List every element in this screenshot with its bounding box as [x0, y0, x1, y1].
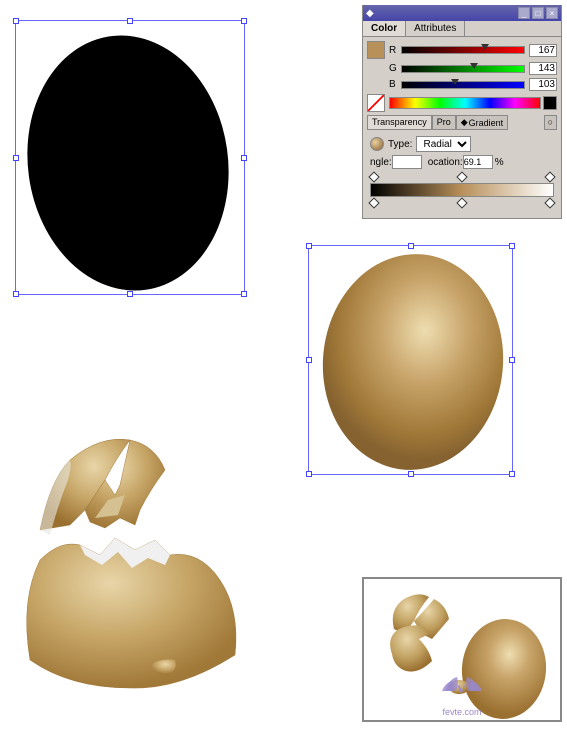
svg-text:V: V — [457, 682, 466, 696]
stop-left-bot[interactable] — [368, 197, 379, 208]
wings-logo: V — [437, 671, 487, 699]
g-label: G — [389, 63, 399, 74]
gradient-icon: ◆ — [461, 117, 468, 128]
g-value[interactable]: 143 — [529, 62, 557, 75]
stop-mid-top[interactable] — [456, 171, 467, 182]
broken-egg-svg — [0, 380, 280, 690]
radial-preview — [370, 137, 384, 151]
black-egg-svg — [10, 15, 250, 300]
no-color-swatch[interactable] — [367, 94, 385, 112]
panel-titlebar: ◆ _ □ × — [363, 5, 561, 21]
stop-left-top[interactable] — [368, 171, 379, 182]
canvas-area: ◆ _ □ × Color Attributes R 167 — [0, 0, 567, 730]
g-thumb[interactable] — [470, 63, 478, 69]
tab-pro[interactable]: Pro — [432, 115, 456, 130]
b-value[interactable]: 103 — [529, 78, 557, 91]
tan-egg-container — [308, 245, 523, 485]
titlebar-buttons: _ □ × — [518, 7, 558, 19]
more-button[interactable]: ○ — [544, 115, 557, 130]
minimize-button[interactable]: _ — [518, 7, 530, 19]
type-select[interactable]: Radial — [416, 136, 471, 152]
black-swatch[interactable] — [543, 96, 557, 110]
gradient-top-stops — [370, 173, 554, 181]
watermark-container: V — [437, 671, 487, 702]
type-row: Type: Radial — [370, 136, 554, 152]
b-label: B — [389, 79, 399, 90]
tab-color[interactable]: Color — [363, 21, 406, 36]
color-swatch[interactable] — [367, 41, 385, 59]
black-egg-container — [10, 15, 260, 305]
location-input[interactable] — [463, 155, 493, 169]
tab-transparency[interactable]: Transparency — [367, 115, 432, 130]
angle-location-row: ngle: ocation: % — [370, 155, 554, 169]
panel-title: ◆ — [366, 8, 374, 19]
section-tabs: Transparency Pro ◆ Gradient ○ — [367, 115, 557, 130]
tan-egg-svg — [310, 247, 520, 482]
rainbow-bar[interactable] — [389, 97, 541, 109]
thumbnail-content: V fevte.com — [364, 579, 560, 720]
r-value[interactable]: 167 — [529, 44, 557, 57]
tab-gradient[interactable]: ◆ Gradient — [456, 115, 508, 130]
gradient-section: Type: Radial ngle: ocation: % — [367, 133, 557, 214]
angle-input[interactable] — [392, 155, 422, 169]
thumbnail-box: V fevte.com — [362, 577, 562, 722]
panel-tabs: Color Attributes — [363, 21, 561, 37]
g-slider[interactable] — [401, 65, 525, 73]
r-label: R — [389, 45, 399, 56]
location-unit: % — [495, 157, 504, 168]
b-thumb[interactable] — [451, 79, 459, 85]
watermark-text: fevte.com — [364, 707, 560, 717]
panel-body: R 167 G 143 B — [363, 37, 561, 218]
r-channel-row: R 167 — [367, 41, 557, 59]
color-spectrum-row — [367, 94, 557, 112]
properties-panel: ◆ _ □ × Color Attributes R 167 — [362, 5, 562, 219]
type-label: Type: — [388, 139, 412, 150]
location-label: ocation: — [428, 157, 463, 168]
maximize-button[interactable]: □ — [532, 7, 544, 19]
angle-label: ngle: — [370, 157, 392, 168]
stop-right-top[interactable] — [544, 171, 555, 182]
stop-right-bot[interactable] — [544, 197, 555, 208]
gradient-bottom-stops — [370, 199, 554, 207]
gradient-bar-container — [370, 173, 554, 207]
gradient-bar[interactable] — [370, 183, 554, 197]
close-button[interactable]: × — [546, 7, 558, 19]
r-thumb[interactable] — [481, 44, 489, 50]
tab-attributes[interactable]: Attributes — [406, 21, 465, 36]
b-channel-row: B 103 — [367, 78, 557, 91]
g-channel-row: G 143 — [367, 62, 557, 75]
b-slider[interactable] — [401, 81, 525, 89]
r-slider[interactable] — [401, 46, 525, 54]
stop-mid-bot[interactable] — [456, 197, 467, 208]
